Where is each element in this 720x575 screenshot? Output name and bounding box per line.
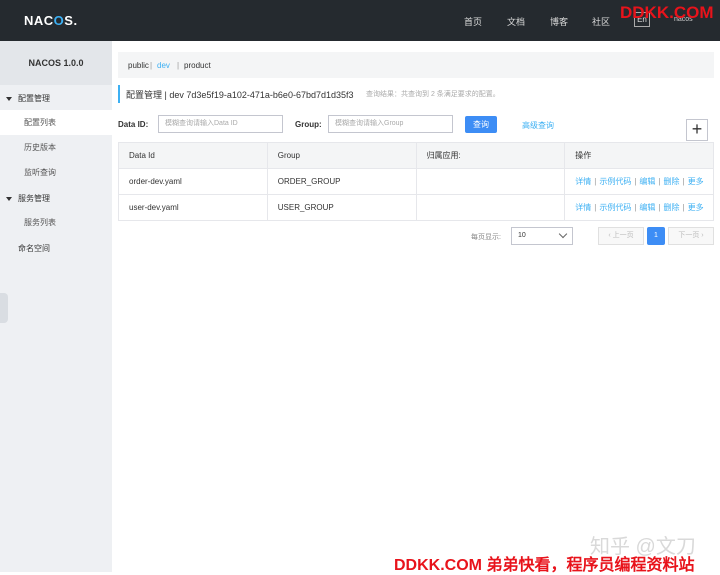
- title-accent-bar: [118, 85, 120, 103]
- cell-dataid: order-dev.yaml: [118, 168, 268, 195]
- edit-link[interactable]: 编辑: [639, 177, 655, 186]
- cell-actions: 详情 | 示例代码 | 编辑 | 删除 | 更多: [564, 168, 714, 195]
- sample-code-link[interactable]: 示例代码: [599, 177, 631, 186]
- next-page-button[interactable]: 下一页 ›: [668, 227, 714, 245]
- column-header-app[interactable]: 归属应用:: [415, 142, 566, 169]
- group-label: Group:: [295, 120, 322, 129]
- watermark-bottom: DDKK.COM 弟弟快看，程序员编程资料站: [394, 557, 695, 574]
- nav-docs[interactable]: 文档: [507, 15, 525, 28]
- sidebar-item-service-list[interactable]: 服务列表: [0, 210, 112, 235]
- table-row: user-dev.yaml USER_GROUP 详情 | 示例代码 | 编辑 | 删除 | 更…: [118, 194, 714, 221]
- table-row: order-dev.yaml ORDER_GROUP 详情 | 示例代码 | 编辑 | 删除…: [118, 168, 714, 195]
- sidebar-item-listener[interactable]: 监听查询: [0, 160, 112, 185]
- cell-app: [415, 168, 566, 195]
- advanced-query-link[interactable]: 高级查询: [522, 120, 554, 131]
- cell-actions: 详情 | 示例代码 | 编辑 | 删除 | 更多: [564, 194, 714, 221]
- nav-home[interactable]: 首页: [464, 15, 482, 28]
- sidebar-group-label: 配置管理: [18, 94, 50, 103]
- caret-down-icon: [6, 96, 12, 101]
- next-page-label: 下一页: [678, 232, 700, 239]
- page-size-select[interactable]: 10: [511, 227, 573, 245]
- page-size-value: 10: [518, 232, 526, 239]
- edit-link[interactable]: 编辑: [639, 203, 655, 212]
- sidebar-title: NACOS 1.0.0: [0, 41, 112, 85]
- group-search-input[interactable]: 模糊查询请输入Group: [328, 115, 453, 133]
- add-config-button[interactable]: +: [686, 119, 708, 141]
- prev-page-label: 上一页: [612, 232, 634, 239]
- column-header-actions: 操作: [564, 142, 714, 169]
- dataid-search-input[interactable]: 模糊查询请输入Data ID: [158, 115, 283, 133]
- config-table: Data Id Group 归属应用: 操作 order-dev.yaml OR…: [118, 142, 714, 221]
- namespace-bar: public | dev | product: [118, 52, 714, 78]
- watermark-top: DDKK.COM: [620, 3, 714, 22]
- more-link[interactable]: 更多: [688, 203, 704, 212]
- chevron-down-icon: [558, 229, 568, 239]
- sidebar-group-label: 服务管理: [18, 194, 50, 203]
- sidebar-item-namespace[interactable]: 命名空间: [18, 243, 50, 254]
- cell-dataid: user-dev.yaml: [118, 194, 268, 221]
- prev-page-button[interactable]: ‹ 上一页: [598, 227, 644, 245]
- nav-community[interactable]: 社区: [592, 15, 610, 28]
- dataid-label: Data ID:: [118, 120, 149, 129]
- caret-down-icon: [6, 196, 12, 201]
- detail-link[interactable]: 详情: [575, 203, 591, 212]
- query-button[interactable]: 查询: [465, 116, 497, 133]
- query-result-hint: 查询结果：共查询到 2 条满足要求的配置。: [366, 91, 500, 98]
- sidebar-item-config-list[interactable]: 配置列表: [0, 110, 112, 135]
- delete-link[interactable]: 删除: [664, 177, 680, 186]
- delete-link[interactable]: 删除: [664, 203, 680, 212]
- namespace-public[interactable]: public: [128, 61, 149, 70]
- page-number-button[interactable]: 1: [647, 227, 665, 245]
- column-header-group[interactable]: Group: [266, 142, 417, 169]
- column-header-dataid[interactable]: Data Id: [118, 142, 268, 169]
- sidebar-item-history[interactable]: 历史版本: [0, 135, 112, 160]
- nacos-logo[interactable]: NACOS.: [24, 13, 78, 28]
- top-navbar: NACOS. 首页 文档 博客 社区 En nacos DDKK.COM: [0, 0, 720, 41]
- page-size-label: 每页显示:: [471, 234, 501, 241]
- namespace-product[interactable]: product: [184, 61, 211, 70]
- nav-blog[interactable]: 博客: [550, 15, 568, 28]
- page-title: 配置管理 | dev 7d3e5f19-a102-471a-b6e0-67bd7…: [126, 90, 354, 100]
- sidebar-group-service[interactable]: 服务管理: [6, 193, 50, 204]
- sidebar-collapse-handle[interactable]: [0, 293, 8, 323]
- sidebar: NACOS 1.0.0 配置管理 配置列表 历史版本 监听查询 服务管理 服务列…: [0, 41, 112, 572]
- namespace-dev[interactable]: dev: [157, 61, 170, 70]
- cell-group: USER_GROUP: [266, 194, 417, 221]
- namespace-separator: |: [177, 61, 180, 70]
- cell-app: [415, 194, 566, 221]
- sidebar-group-config[interactable]: 配置管理: [6, 93, 50, 104]
- namespace-separator: |: [150, 61, 153, 70]
- more-link[interactable]: 更多: [688, 177, 704, 186]
- detail-link[interactable]: 详情: [575, 177, 591, 186]
- table-header-row: Data Id Group 归属应用: 操作: [118, 142, 714, 169]
- cell-group: ORDER_GROUP: [266, 168, 417, 195]
- sample-code-link[interactable]: 示例代码: [599, 203, 631, 212]
